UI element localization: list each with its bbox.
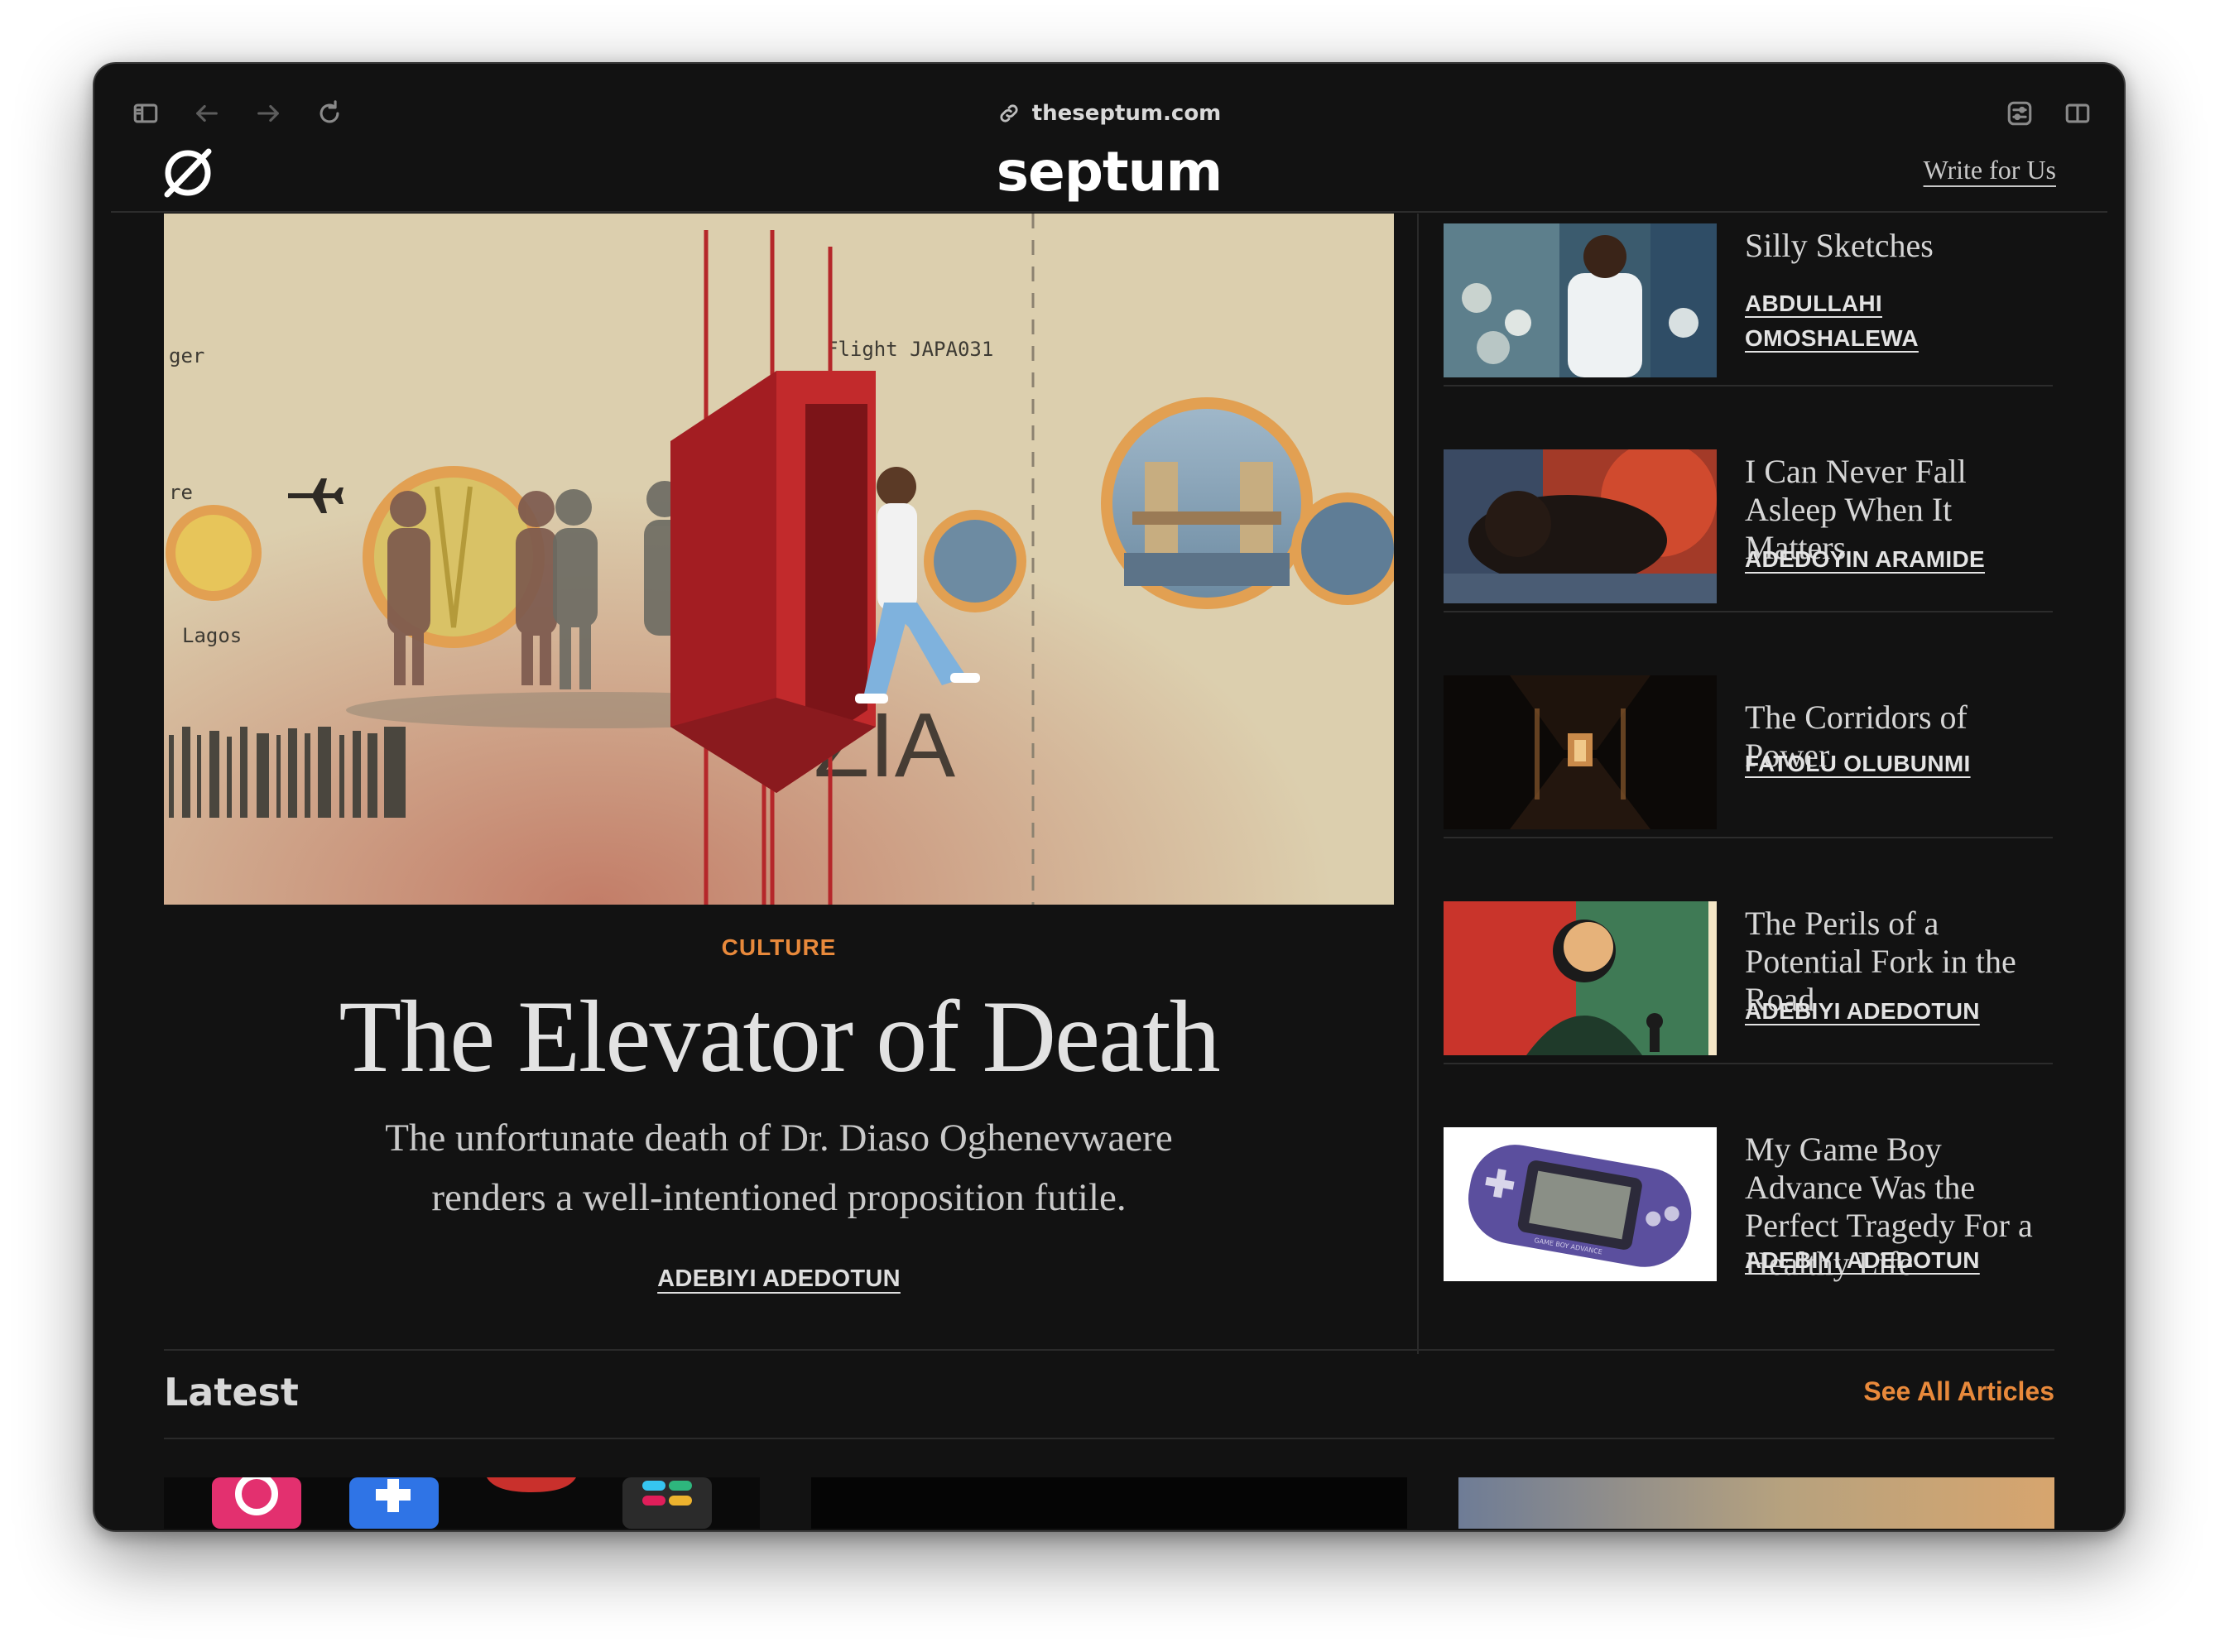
hero-text-re: re: [169, 481, 193, 504]
article-thumbnail[interactable]: GAME BOY ADVANCE: [1444, 1127, 1717, 1281]
reader-icon[interactable]: [2001, 95, 2038, 132]
article-title[interactable]: Silly Sketches: [1745, 227, 2059, 265]
article-divider: [1444, 611, 2053, 612]
latest-bottom-divider: [164, 1438, 2054, 1439]
article-author-link[interactable]: ADEBIYI ADEDOTUN: [1745, 994, 1980, 1029]
url-text: theseptum.com: [1031, 101, 1222, 126]
article-thumbnail[interactable]: [1444, 449, 1717, 603]
article-thumbnail[interactable]: [1444, 223, 1717, 377]
latest-top-divider: [164, 1349, 2054, 1351]
article-author-link[interactable]: ABDULLAHI OMOSHALEWA: [1745, 286, 1927, 356]
side-article[interactable]: The Perils of a Potential Fork in the Ro…: [1444, 891, 2053, 1098]
article-author-link[interactable]: ADEBIYI ADEDOTUN: [1745, 1243, 1980, 1278]
article-thumbnail[interactable]: [1444, 901, 1717, 1055]
hero-subtitle: The unfortunate death of Dr. Diaso Oghen…: [385, 1117, 1173, 1219]
browser-window: theseptum.com septum Write for Us ger re…: [93, 62, 2126, 1532]
hero-author-link[interactable]: ADEBIYI ADEDOTUN: [657, 1265, 901, 1292]
side-article[interactable]: The Corridors of Power FATOLU OLUBUNMI: [1444, 665, 2053, 872]
article-author-link[interactable]: ADEDOYIN ARAMIDE: [1745, 542, 1985, 577]
write-for-us-link[interactable]: Write for Us: [1924, 155, 2056, 185]
article-thumbnail[interactable]: [1444, 675, 1717, 829]
article-author-link[interactable]: FATOLU OLUBUNMI: [1745, 747, 1971, 781]
side-article[interactable]: Silly Sketches ABDULLAHI OMOSHALEWA: [1444, 214, 2053, 420]
site-brand[interactable]: septum: [94, 140, 2124, 204]
article-divider: [1444, 385, 2053, 387]
article-divider: [1444, 837, 2053, 838]
latest-card-thumbnail[interactable]: [164, 1477, 760, 1529]
side-article[interactable]: I Can Never Fall Asleep When It Matters …: [1444, 439, 2053, 646]
latest-heading: Latest: [164, 1370, 299, 1414]
hero-text-ger: ger: [169, 344, 204, 367]
latest-card-thumbnail[interactable]: [811, 1477, 1407, 1529]
hero-text-flight: Flight JAPA031: [826, 338, 993, 361]
split-view-icon[interactable]: [2059, 95, 2096, 132]
hero-category[interactable]: CULTURE: [164, 934, 1394, 961]
header-divider: [111, 211, 2107, 213]
latest-card-thumbnail[interactable]: [1458, 1477, 2054, 1529]
side-article[interactable]: GAME BOY ADVANCE My Game Boy Advance Was…: [1444, 1117, 2053, 1324]
link-icon: [1000, 104, 1018, 122]
hero-title[interactable]: The Elevator of Death: [164, 980, 1394, 1093]
hero-text-lagos: Lagos: [182, 624, 242, 647]
hero-image[interactable]: ger re Lagos Flight JAPA031 ZIA: [164, 214, 1394, 905]
column-divider: [1417, 214, 1419, 1354]
address-bar[interactable]: theseptum.com: [94, 95, 2124, 132]
see-all-articles-link[interactable]: See All Articles: [1863, 1376, 2054, 1407]
article-divider: [1444, 1063, 2053, 1064]
